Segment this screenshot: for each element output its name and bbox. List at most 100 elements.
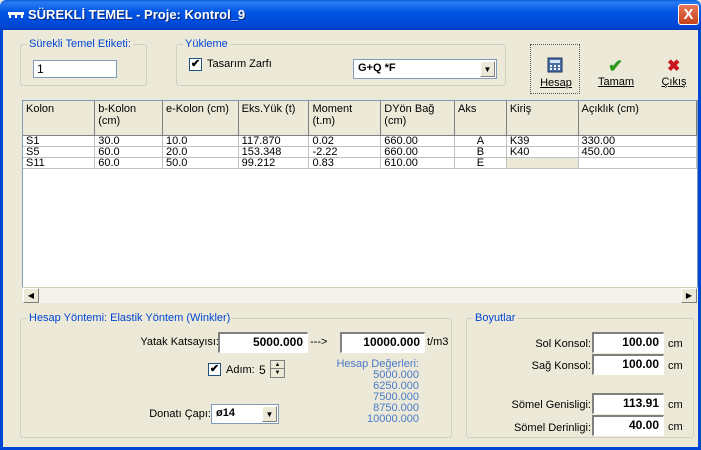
hesap-label: Hesap xyxy=(540,77,572,89)
table-cell[interactable]: B xyxy=(454,146,507,158)
columns-table: Kolon b-Kolon (cm) e-Kolon (cm) Eks.Yük (t)… xyxy=(23,101,697,169)
scroll-right-icon[interactable]: ▶ xyxy=(681,288,697,303)
close-button[interactable]: X xyxy=(678,4,699,25)
load-combo-value: G+Q *F xyxy=(358,62,396,74)
grid-column-header[interactable]: Kiriş xyxy=(506,101,579,136)
table-cell[interactable]: 0.83 xyxy=(308,157,382,169)
table-cell[interactable]: K39 xyxy=(506,135,579,147)
unit-label: t/m3 xyxy=(427,336,449,348)
label-group-title: Sürekli Temel Etiketi: xyxy=(27,38,133,50)
close-icon: ✖ xyxy=(667,58,681,75)
table-row[interactable]: S5 60.0 20.0 153.348 -2.22 660.00 B K40 450.00 xyxy=(23,146,697,158)
envelope-checkbox[interactable]: ✔ xyxy=(189,58,202,71)
label-group: Sürekli Temel Etiketi: 1 xyxy=(20,38,147,86)
yatak-from-input[interactable]: 5000.000 xyxy=(218,332,308,353)
genislik-unit: cm xyxy=(668,399,683,411)
donati-label: Donatı Çapı: xyxy=(149,408,211,420)
table-cell[interactable]: 10.0 xyxy=(162,135,239,147)
table-cell[interactable]: 660.00 xyxy=(380,146,456,158)
derinlik-unit: cm xyxy=(668,421,683,433)
table-cell[interactable]: 450.00 xyxy=(578,146,697,158)
check-icon: ✔ xyxy=(608,56,624,76)
derinlik-input[interactable]: 40.00 xyxy=(592,415,664,436)
donati-select[interactable]: ø14 ▼ xyxy=(211,404,279,424)
table-cell[interactable]: 60.0 xyxy=(94,146,163,158)
grid-column-header[interactable]: e-Kolon (cm) xyxy=(162,101,239,136)
yatak-to-input[interactable]: 10000.000 xyxy=(340,332,425,353)
table-cell[interactable]: 610.00 xyxy=(380,157,456,169)
grid-column-header[interactable]: Açıklık (cm) xyxy=(578,101,697,136)
window-title: SÜREKLİ TEMEL - Proje: Kontrol_9 xyxy=(28,7,246,22)
method-group-title: Hesap Yöntemi: Elastik Yöntem (Winkler) xyxy=(27,312,233,324)
stepper-down-icon[interactable]: ▼ xyxy=(271,369,284,377)
chevron-down-icon[interactable]: ▼ xyxy=(262,406,277,422)
grid-column-header[interactable]: Aks xyxy=(454,101,507,136)
grid-header-row: Kolon b-Kolon (cm) e-Kolon (cm) Eks.Yük (t)… xyxy=(23,101,697,136)
tamam-button[interactable]: ✔ Tamam xyxy=(594,56,638,94)
chevron-down-icon[interactable]: ▼ xyxy=(480,61,495,77)
table-row[interactable]: S1 30.0 10.0 117.870 0.02 660.00 A K39 330.00 xyxy=(23,135,697,147)
table-cell[interactable] xyxy=(506,157,579,169)
load-group-title: Yükleme xyxy=(183,38,230,50)
adim-checkbox[interactable]: ✔ xyxy=(208,363,221,376)
sol-konsol-input[interactable]: 100.00 xyxy=(592,332,664,353)
title-bar: SÜREKLİ TEMEL - Proje: Kontrol_9 X xyxy=(0,0,701,30)
load-combo-select[interactable]: G+Q *F ▼ xyxy=(353,59,497,79)
calculator-icon xyxy=(547,57,563,73)
adim-stepper[interactable]: ▲ ▼ xyxy=(270,360,285,378)
table-cell[interactable]: 117.870 xyxy=(238,135,310,147)
table-row[interactable]: S11 60.0 50.0 99.212 0.83 610.00 E xyxy=(23,157,697,169)
table-cell[interactable]: 0.02 xyxy=(308,135,382,147)
sag-konsol-input[interactable]: 100.00 xyxy=(592,354,664,375)
load-group: Yükleme ✔ Tasarım Zarfı G+Q *F ▼ xyxy=(176,38,506,86)
adim-label: Adım: xyxy=(226,364,255,376)
table-cell[interactable]: 50.0 xyxy=(162,157,239,169)
derinlik-label: Sömel Derinligi: xyxy=(513,422,591,434)
stepper-up-icon[interactable]: ▲ xyxy=(271,361,284,369)
tamam-label: Tamam xyxy=(597,76,635,88)
table-cell[interactable]: 660.00 xyxy=(380,135,456,147)
table-cell[interactable] xyxy=(578,157,697,169)
cikis-label: Çıkış xyxy=(661,76,687,88)
genislik-label: Sömel Genisligi: xyxy=(511,399,591,411)
hesap-button[interactable]: Hesap xyxy=(530,44,580,94)
grid-column-header[interactable]: Kolon xyxy=(23,101,96,136)
dims-group-title: Boyutlar xyxy=(473,312,518,324)
columns-grid[interactable]: Kolon b-Kolon (cm) e-Kolon (cm) Eks.Yük (t)… xyxy=(22,100,698,300)
sag-konsol-unit: cm xyxy=(668,360,683,372)
yatak-label: Yatak Katsayısı: xyxy=(140,336,219,348)
horizontal-scrollbar[interactable]: ◀ ▶ xyxy=(22,287,698,303)
sol-konsol-label: Sol Konsol: xyxy=(535,338,591,350)
table-cell[interactable]: 30.0 xyxy=(94,135,163,147)
grid-column-header[interactable]: b-Kolon (cm) xyxy=(94,101,163,136)
table-cell[interactable]: -2.22 xyxy=(308,146,382,158)
table-cell[interactable]: S11 xyxy=(23,157,96,169)
label-input[interactable]: 1 xyxy=(33,60,117,78)
grid-column-header[interactable]: DYön Bağ (cm) xyxy=(380,101,456,136)
arrow-text: ---> xyxy=(310,336,328,348)
table-cell[interactable]: 153.348 xyxy=(238,146,310,158)
table-cell[interactable]: A xyxy=(454,135,507,147)
table-cell[interactable]: K40 xyxy=(506,146,579,158)
table-cell[interactable]: 20.0 xyxy=(162,146,239,158)
table-cell[interactable]: 99.212 xyxy=(238,157,310,169)
table-cell[interactable]: 60.0 xyxy=(94,157,163,169)
hesap-values: Hesap Değerleri: 5000.000 6250.000 7500.00… xyxy=(311,359,419,425)
table-cell[interactable]: 330.00 xyxy=(578,135,697,147)
hesap-value: 10000.000 xyxy=(367,413,419,425)
table-cell[interactable]: S1 xyxy=(23,135,96,147)
table-cell[interactable]: E xyxy=(454,157,507,169)
dims-group: Boyutlar Sol Konsol: 100.00 cm Sağ Konso… xyxy=(466,312,694,438)
app-icon xyxy=(8,12,24,18)
genislik-input[interactable]: 113.91 xyxy=(592,393,664,414)
method-group: Hesap Yöntemi: Elastik Yöntem (Winkler) … xyxy=(20,312,452,438)
sag-konsol-label: Sağ Konsol: xyxy=(531,360,591,372)
grid-column-header[interactable]: Eks.Yük (t) xyxy=(238,101,310,136)
table-cell[interactable]: S5 xyxy=(23,146,96,158)
scroll-left-icon[interactable]: ◀ xyxy=(23,288,39,303)
adim-value: 5 xyxy=(259,363,266,377)
grid-column-header[interactable]: Moment (t.m) xyxy=(308,101,382,136)
cikis-button[interactable]: ✖ Çıkış xyxy=(654,56,694,94)
sol-konsol-unit: cm xyxy=(668,338,683,350)
donati-value: ø14 xyxy=(216,407,235,419)
